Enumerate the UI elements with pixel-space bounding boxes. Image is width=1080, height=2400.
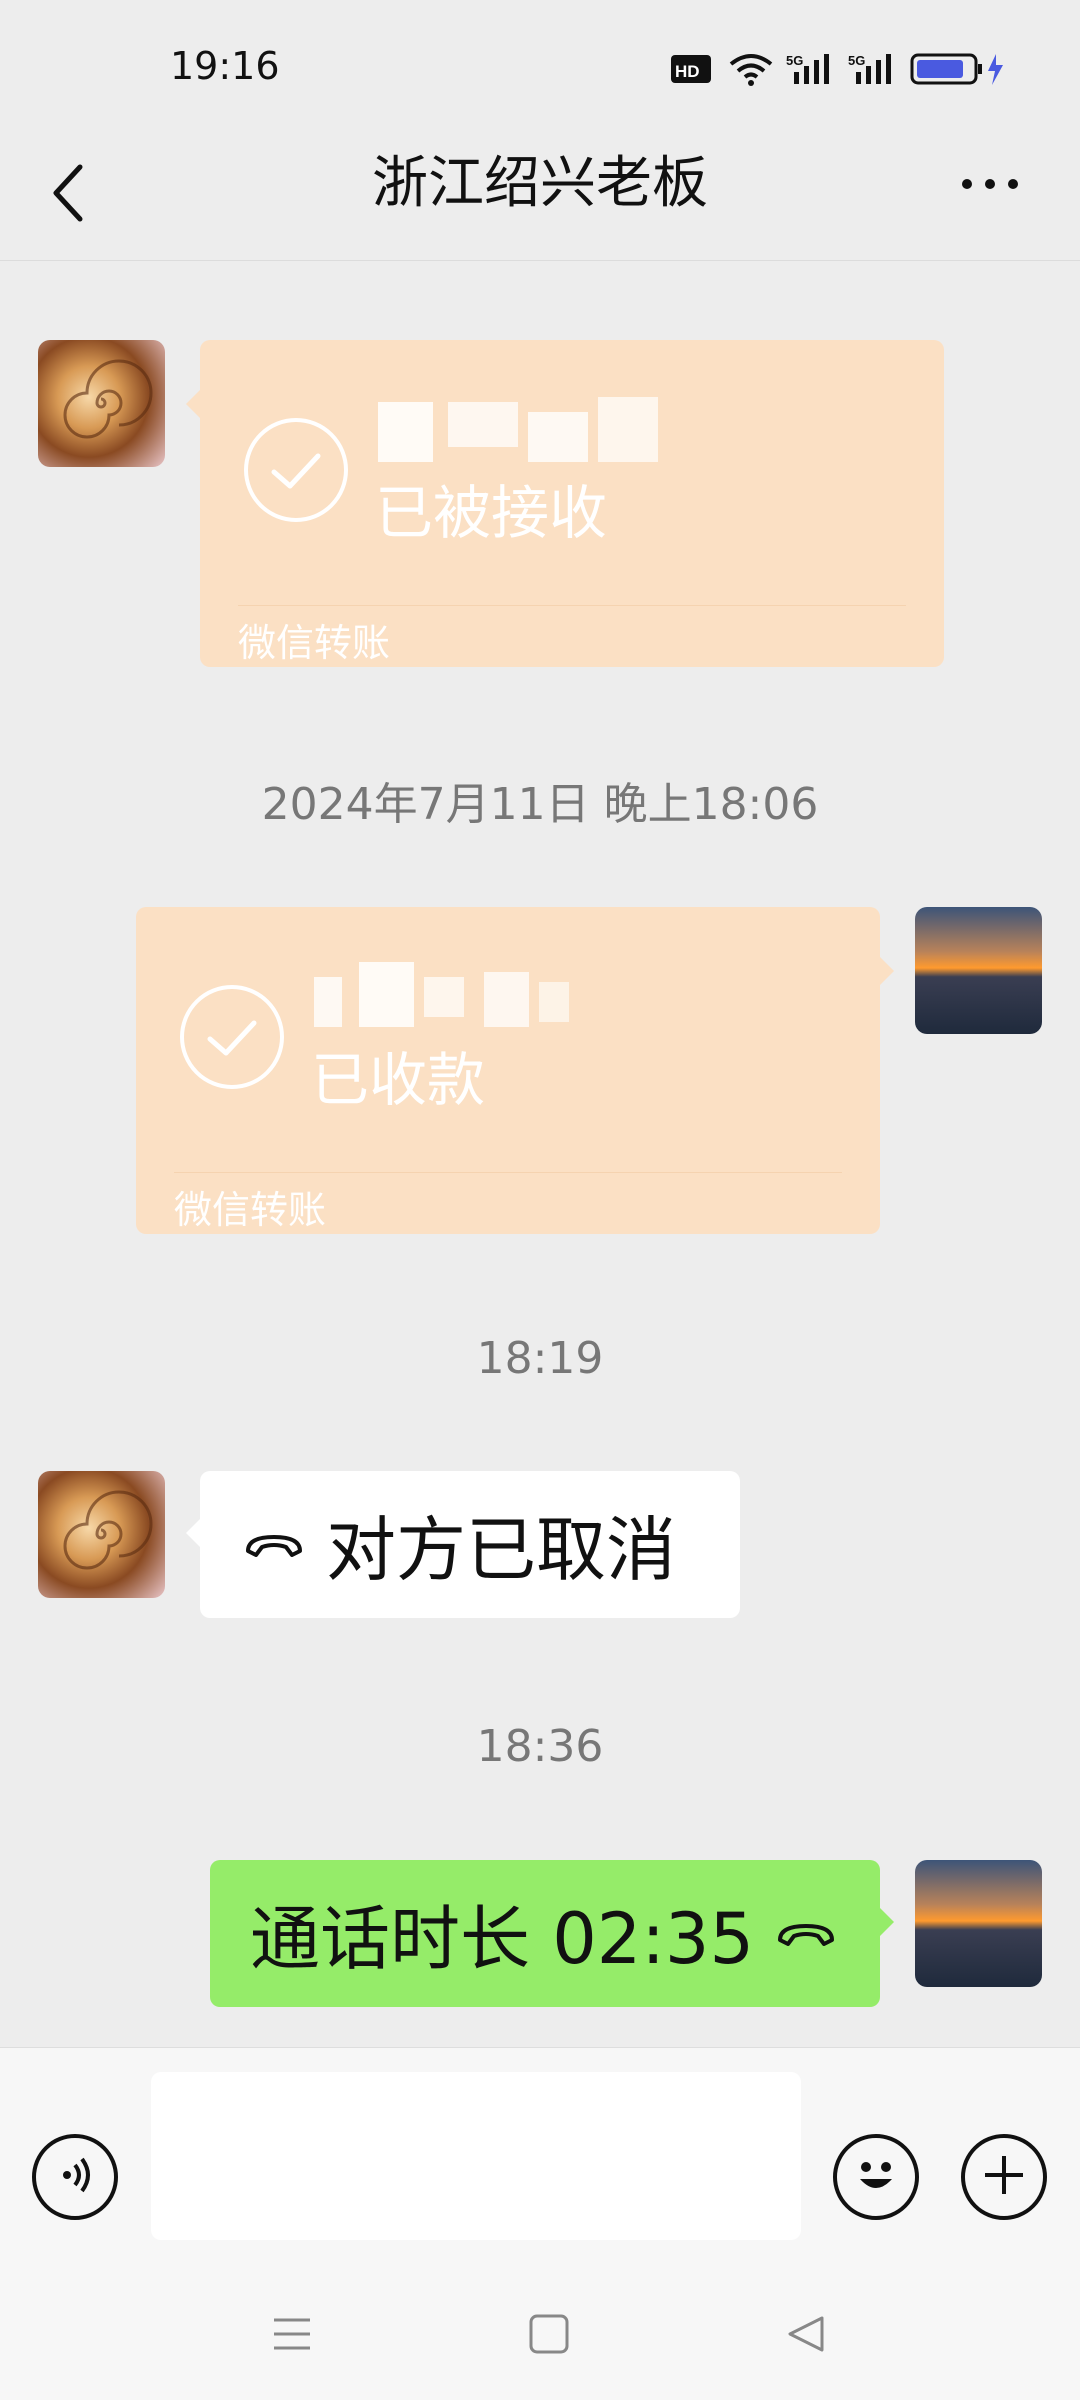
transfer-status: 已收款 [311, 1046, 486, 1114]
contact-avatar[interactable] [38, 340, 165, 467]
phone-hangup-icon [774, 1914, 838, 1954]
menu-icon[interactable] [268, 2310, 316, 2358]
chat-title: 浙江绍兴老板 [372, 151, 708, 216]
check-circle-icon [244, 418, 348, 522]
transfer-footer: 微信转账 [174, 1188, 327, 1232]
more-horizontal-icon [960, 176, 1020, 195]
status-time: 19:16 [170, 44, 280, 88]
call-message-sent[interactable]: 通话时长 02:35 [210, 1860, 894, 2007]
voice-button[interactable] [32, 2134, 118, 2220]
transfer-card-received[interactable]: 已被接收 微信转账 [186, 340, 944, 667]
home-icon[interactable] [525, 2310, 573, 2358]
emoji-button[interactable] [833, 2134, 919, 2220]
battery-charging-icon [910, 52, 1006, 86]
svg-text:HD: HD [675, 62, 700, 81]
back-triangle-icon[interactable] [782, 2310, 830, 2358]
emoji-icon [846, 2145, 906, 2209]
plus-icon [979, 2150, 1029, 2204]
5g-signal-icon: 5G [848, 52, 896, 86]
voice-icon [53, 2153, 97, 2201]
contact-avatar[interactable] [38, 1471, 165, 1598]
my-avatar[interactable] [915, 1860, 1042, 1987]
5g-signal-icon: 5G [786, 52, 834, 86]
phone-hangup-icon [242, 1525, 306, 1565]
call-text: 对方已取消 [326, 1509, 676, 1591]
amount-blurred [378, 392, 678, 470]
amount-blurred [314, 957, 634, 1035]
transfer-status: 已被接收 [375, 479, 608, 547]
call-message-received[interactable]: 对方已取消 [186, 1471, 740, 1618]
more-button[interactable] [950, 150, 1030, 220]
divider [238, 605, 906, 606]
divider [174, 1172, 842, 1173]
call-text: 通话时长 02:35 [250, 1898, 754, 1980]
check-circle-icon [180, 985, 284, 1089]
transfer-footer: 微信转账 [238, 621, 391, 665]
message-input[interactable] [151, 2072, 801, 2240]
timestamp: 18:36 [476, 1721, 604, 1772]
timestamp: 2024年7月11日 晚上18:06 [261, 779, 819, 830]
svg-text:5G: 5G [786, 53, 803, 68]
hd-icon: HD [670, 52, 712, 86]
plus-button[interactable] [961, 2134, 1047, 2220]
transfer-card-sent[interactable]: 已收款 微信转账 [136, 907, 894, 1234]
my-avatar[interactable] [915, 907, 1042, 1034]
svg-text:5G: 5G [848, 53, 865, 68]
timestamp: 18:19 [476, 1333, 604, 1384]
wifi-icon [728, 52, 774, 86]
